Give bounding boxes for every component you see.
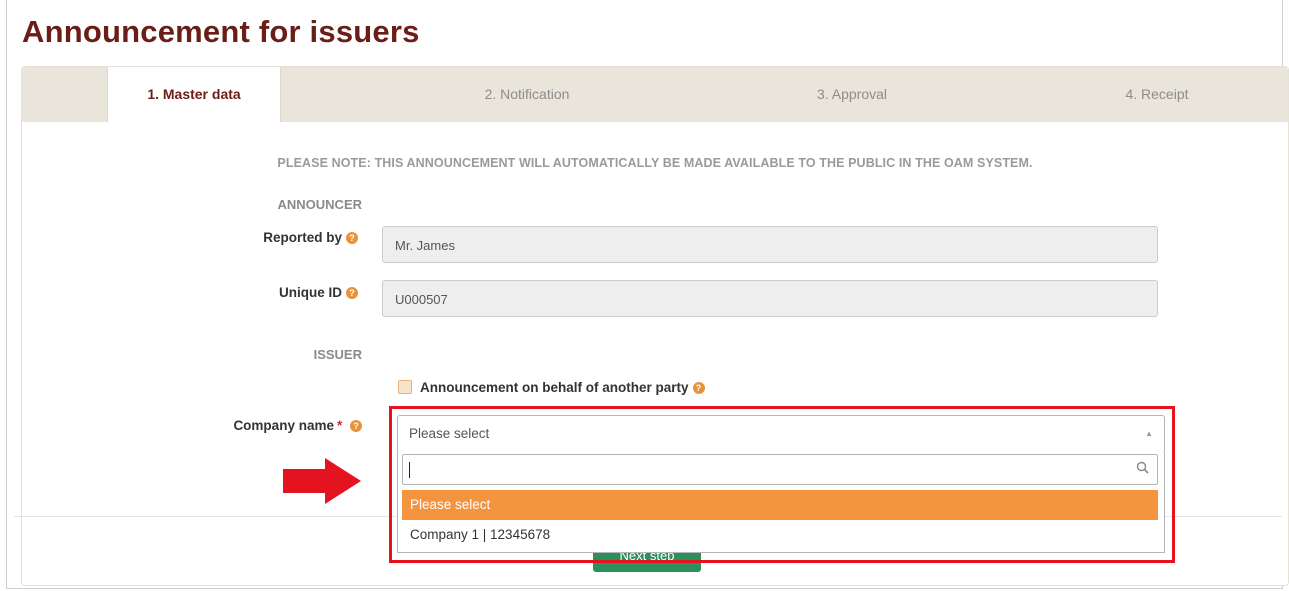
text-cursor <box>409 462 410 478</box>
on-behalf-checkbox[interactable] <box>398 380 412 394</box>
company-name-label: Company name * ? <box>192 418 362 433</box>
on-behalf-label: Announcement on behalf of another party <box>420 380 689 395</box>
company-select-value: Please select <box>409 426 490 441</box>
page-title: Announcement for issuers <box>22 14 420 49</box>
company-select[interactable]: Please select ▲ <box>397 415 1165 453</box>
unique-id-label: Unique ID? <box>208 285 358 300</box>
search-icon <box>1136 461 1149 474</box>
company-name-label-text: Company name <box>233 418 334 433</box>
help-icon[interactable]: ? <box>346 287 358 299</box>
red-arrow-icon <box>283 458 361 504</box>
option-please-select[interactable]: Please select <box>402 490 1158 520</box>
wizard-step-receipt[interactable]: 4. Receipt <box>1062 67 1252 122</box>
unique-id-field[interactable]: U000507 <box>382 280 1158 317</box>
wizard-step-approval[interactable]: 3. Approval <box>757 67 947 122</box>
company-search-input[interactable] <box>402 454 1158 485</box>
public-notice: PLEASE NOTE: THIS ANNOUNCEMENT WILL AUTO… <box>277 156 1033 170</box>
issuer-section-label: ISSUER <box>313 347 362 362</box>
caret-up-icon[interactable]: ▲ <box>1145 416 1153 452</box>
announcer-section-label: ANNOUNCER <box>277 197 363 212</box>
wizard-step-master-data[interactable]: 1. Master data <box>107 67 281 122</box>
company-dropdown: Please select Company 1 | 12345678 <box>397 452 1165 553</box>
reported-by-label: Reported by? <box>208 230 358 245</box>
wizard-steps: 1. Master data 2. Notification 3. Approv… <box>22 67 1288 122</box>
on-behalf-checkbox-row[interactable]: Announcement on behalf of another party? <box>398 380 705 395</box>
required-asterisk: * <box>336 418 343 433</box>
wizard-step-notification[interactable]: 2. Notification <box>432 67 622 122</box>
help-icon[interactable]: ? <box>346 232 358 244</box>
reported-by-field[interactable]: Mr. James <box>382 226 1158 263</box>
reported-by-label-text: Reported by <box>263 230 342 245</box>
help-icon[interactable]: ? <box>692 382 705 394</box>
help-icon[interactable]: ? <box>350 420 362 432</box>
option-company-1[interactable]: Company 1 | 12345678 <box>402 520 1158 550</box>
unique-id-label-text: Unique ID <box>279 285 342 300</box>
